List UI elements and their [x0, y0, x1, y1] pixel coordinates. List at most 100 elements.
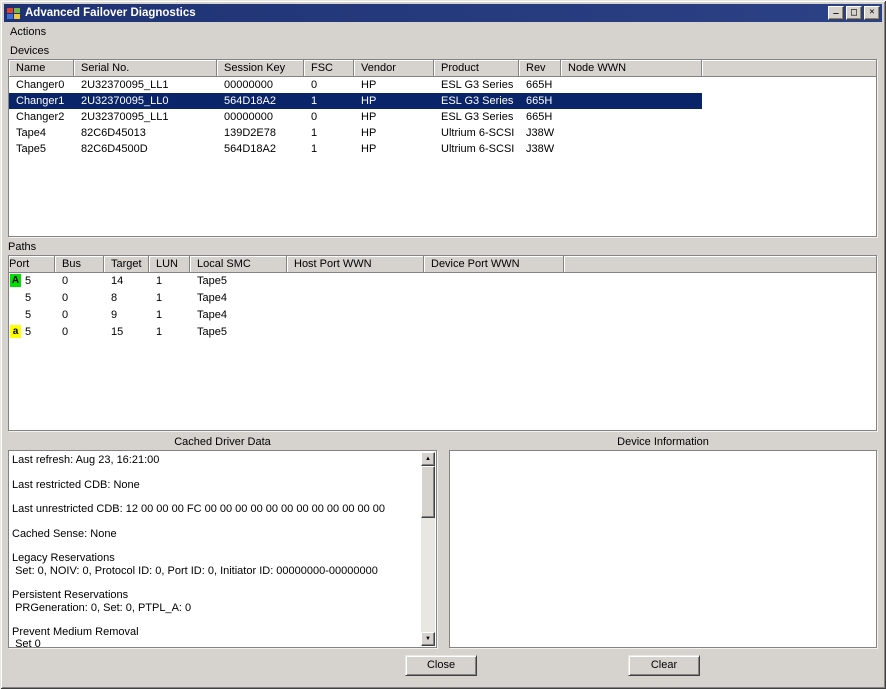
device-cell	[561, 125, 702, 141]
paths-column-header-1[interactable]: Bus	[55, 256, 104, 273]
menubar: Actions	[4, 23, 882, 40]
device-cell: HP	[354, 141, 434, 157]
path-cell: Tape5	[190, 324, 287, 341]
device-cell: HP	[354, 125, 434, 141]
vertical-scrollbar[interactable]	[421, 452, 435, 646]
device-cell: 0	[304, 77, 354, 93]
device-row[interactable]: Tape582C6D4500D564D18A21HPUltrium 6-SCSI…	[9, 141, 876, 157]
devices-label: Devices	[10, 45, 49, 57]
devices-column-header-0[interactable]: Name	[9, 60, 74, 77]
devices-column-header-1[interactable]: Serial No.	[74, 60, 217, 77]
paths-column-header-7[interactable]	[564, 256, 876, 273]
device-cell: Tape4	[9, 125, 74, 141]
paths-column-header-2[interactable]: Target	[104, 256, 149, 273]
path-cell: 9	[104, 307, 149, 324]
paths-rows: A50141Tape55081Tape45091Tape4a50151Tape5	[9, 273, 876, 341]
device-information-box[interactable]	[449, 450, 877, 648]
clear-button[interactable]: Clear	[628, 655, 700, 676]
close-icon[interactable]	[864, 6, 880, 20]
path-cell: A5	[9, 273, 55, 290]
device-cell: 82C6D4500D	[74, 141, 217, 157]
path-row[interactable]: 5091Tape4	[9, 307, 876, 324]
path-cell: Tape4	[190, 290, 287, 307]
device-cell: ESL G3 Series	[434, 93, 519, 109]
device-cell: 139D2E78	[217, 125, 304, 141]
path-cell	[287, 290, 424, 307]
paths-column-header-0[interactable]: Port	[9, 256, 55, 273]
path-cell: 1	[149, 273, 190, 290]
path-row[interactable]: A50141Tape5	[9, 273, 876, 290]
device-cell: 2U32370095_LL1	[74, 77, 217, 93]
path-cell	[424, 307, 564, 324]
devices-column-header-6[interactable]: Rev	[519, 60, 561, 77]
device-cell: 00000000	[217, 77, 304, 93]
paths-column-header-4[interactable]: Local SMC	[190, 256, 287, 273]
device-cell	[561, 141, 702, 157]
device-row[interactable]: Changer22U32370095_LL1000000000HPESL G3 …	[9, 109, 876, 125]
device-cell: 1	[304, 141, 354, 157]
devices-column-header-3[interactable]: FSC	[304, 60, 354, 77]
devices-column-header-2[interactable]: Session Key	[217, 60, 304, 77]
device-cell: 2U32370095_LL0	[74, 93, 217, 109]
paths-label: Paths	[8, 241, 36, 253]
paths-column-header-5[interactable]: Host Port WWN	[287, 256, 424, 273]
cached-driver-data-text: Last refresh: Aug 23, 16:21:00 Last rest…	[9, 451, 436, 653]
device-cell: Tape5	[9, 141, 74, 157]
path-cell	[287, 324, 424, 341]
app-icon	[7, 7, 22, 20]
path-cell: Tape5	[190, 273, 287, 290]
path-cell: 0	[55, 273, 104, 290]
devices-list: NameSerial No.Session KeyFSCVendorProduc…	[8, 59, 877, 237]
maximize-icon[interactable]	[846, 6, 862, 20]
path-row[interactable]: a50151Tape5	[9, 324, 876, 341]
device-cell: 0	[304, 109, 354, 125]
path-cell	[287, 307, 424, 324]
device-cell: HP	[354, 109, 434, 125]
paths-header-row: PortBusTargetLUNLocal SMCHost Port WWNDe…	[9, 256, 876, 273]
paths-column-header-6[interactable]: Device Port WWN	[424, 256, 564, 273]
device-cell	[561, 109, 702, 125]
path-cell	[287, 273, 424, 290]
scroll-down-icon[interactable]	[421, 632, 435, 646]
path-cell: 5	[9, 307, 55, 324]
device-cell: 00000000	[217, 109, 304, 125]
path-cell: 5	[9, 290, 55, 307]
path-cell: 1	[149, 324, 190, 341]
cached-driver-data-box[interactable]: Last refresh: Aug 23, 16:21:00 Last rest…	[8, 450, 437, 648]
device-row[interactable]: Changer12U32370095_LL0564D18A21HPESL G3 …	[9, 93, 702, 109]
path-cell: 8	[104, 290, 149, 307]
devices-column-header-5[interactable]: Product	[434, 60, 519, 77]
menu-actions[interactable]: Actions	[4, 25, 52, 39]
close-button[interactable]: Close	[405, 655, 477, 676]
device-cell: Ultrium 6-SCSI	[434, 125, 519, 141]
device-cell: 665H	[519, 109, 561, 125]
path-cell: 1	[149, 290, 190, 307]
device-cell: 2U32370095_LL1	[74, 109, 217, 125]
path-row[interactable]: 5081Tape4	[9, 290, 876, 307]
window-title: Advanced Failover Diagnostics	[25, 7, 196, 19]
device-row[interactable]: Tape482C6D45013139D2E781HPUltrium 6-SCSI…	[9, 125, 876, 141]
port-status-badge-empty	[10, 291, 21, 304]
device-cell: HP	[354, 93, 434, 109]
device-cell: 564D18A2	[217, 93, 304, 109]
minimize-icon[interactable]	[828, 6, 844, 20]
device-cell: Changer1	[9, 93, 74, 109]
devices-column-header-7[interactable]: Node WWN	[561, 60, 702, 77]
scroll-thumb[interactable]	[421, 466, 435, 518]
port-status-badge-empty	[10, 308, 21, 321]
path-cell	[424, 290, 564, 307]
path-cell: 0	[55, 307, 104, 324]
device-cell: 82C6D45013	[74, 125, 217, 141]
device-row[interactable]: Changer02U32370095_LL1000000000HPESL G3 …	[9, 77, 876, 93]
device-cell: 665H	[519, 93, 561, 109]
window-controls	[828, 6, 880, 20]
cached-driver-data-label: Cached Driver Data	[8, 436, 437, 448]
path-cell: Tape4	[190, 307, 287, 324]
path-cell: 0	[55, 324, 104, 341]
path-cell	[424, 273, 564, 290]
devices-column-header-8[interactable]	[702, 60, 876, 77]
devices-column-header-4[interactable]: Vendor	[354, 60, 434, 77]
scroll-up-icon[interactable]	[421, 452, 435, 466]
path-cell: 1	[149, 307, 190, 324]
paths-column-header-3[interactable]: LUN	[149, 256, 190, 273]
